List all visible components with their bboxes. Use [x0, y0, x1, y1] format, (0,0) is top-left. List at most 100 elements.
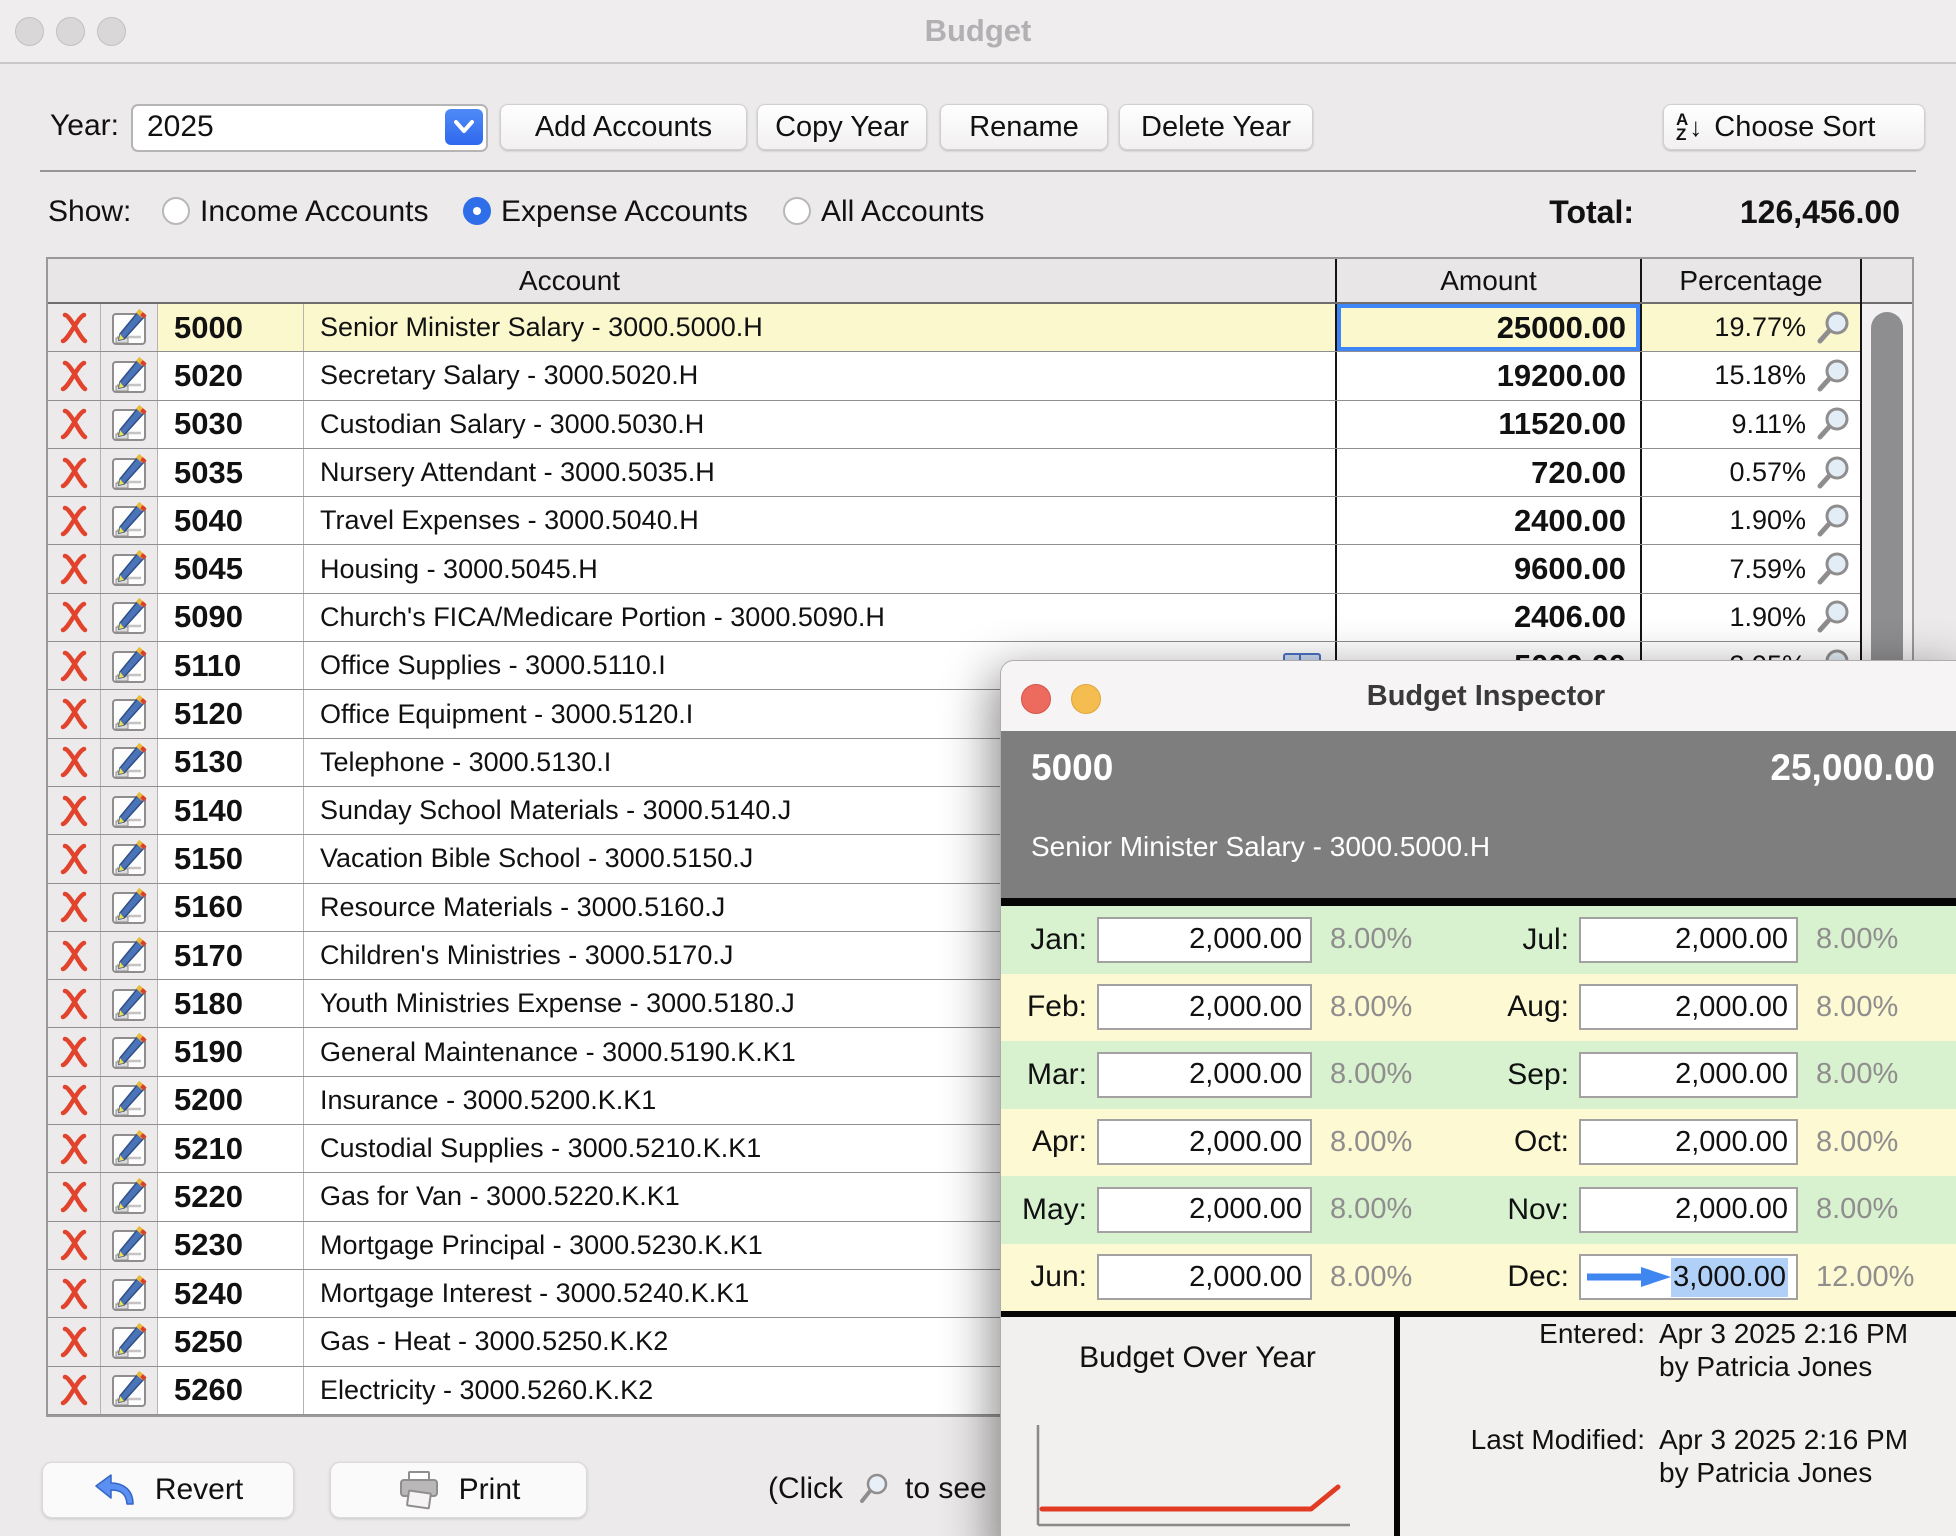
print-button[interactable]: Print [330, 1462, 587, 1518]
account-number-cell[interactable]: 5110 [158, 642, 304, 689]
delete-account-button[interactable] [48, 739, 101, 786]
account-number-cell[interactable]: 5140 [158, 787, 304, 834]
account-number-cell[interactable]: 5020 [158, 352, 304, 399]
delete-account-button[interactable] [48, 835, 101, 882]
edit-account-button[interactable] [101, 352, 158, 399]
account-number-cell[interactable]: 5190 [158, 1028, 304, 1075]
delete-account-button[interactable] [48, 787, 101, 834]
delete-account-button[interactable] [48, 1173, 101, 1220]
amount-cell[interactable]: 2406.00 [1337, 594, 1642, 641]
edit-account-button[interactable] [101, 642, 158, 689]
delete-account-button[interactable] [48, 401, 101, 448]
edit-account-button[interactable] [101, 1367, 158, 1414]
edit-account-button[interactable] [101, 739, 158, 786]
account-number-cell[interactable]: 5170 [158, 932, 304, 979]
delete-account-button[interactable] [48, 642, 101, 689]
edit-account-button[interactable] [101, 1125, 158, 1172]
delete-account-button[interactable] [48, 980, 101, 1027]
minimize-window-icon[interactable] [1071, 684, 1101, 714]
month-amount-field[interactable]: 2,000.00 [1097, 984, 1312, 1030]
edit-account-button[interactable] [101, 449, 158, 496]
delete-account-button[interactable] [48, 304, 101, 351]
month-amount-field[interactable]: 2,000.00 [1579, 1052, 1798, 1098]
rename-button[interactable]: Rename [940, 104, 1108, 150]
account-number-cell[interactable]: 5250 [158, 1318, 304, 1365]
account-number-cell[interactable]: 5230 [158, 1222, 304, 1269]
close-window-icon[interactable] [15, 17, 44, 46]
account-name-cell[interactable]: Church's FICA/Medicare Portion - 3000.50… [304, 594, 1337, 641]
edit-account-button[interactable] [101, 304, 158, 351]
delete-account-button[interactable] [48, 1077, 101, 1124]
delete-account-button[interactable] [48, 594, 101, 641]
month-amount-field[interactable]: 2,000.00 [1097, 1254, 1312, 1300]
month-amount-field[interactable]: 2,000.00 [1097, 1052, 1312, 1098]
expense-accounts-label[interactable]: Expense Accounts [501, 188, 748, 236]
edit-account-button[interactable] [101, 594, 158, 641]
edit-account-button[interactable] [101, 1222, 158, 1269]
account-number-cell[interactable]: 5090 [158, 594, 304, 641]
year-dropdown[interactable]: 2025 [131, 104, 488, 152]
magnifier-icon[interactable] [1816, 455, 1852, 491]
delete-account-button[interactable] [48, 1270, 101, 1317]
edit-account-button[interactable] [101, 545, 158, 592]
delete-account-button[interactable] [48, 1222, 101, 1269]
account-number-cell[interactable]: 5210 [158, 1125, 304, 1172]
amount-cell[interactable]: 2400.00 [1337, 497, 1642, 544]
account-number-cell[interactable]: 5035 [158, 449, 304, 496]
magnifier-icon[interactable] [1816, 551, 1852, 587]
minimize-window-icon[interactable] [56, 17, 85, 46]
radio-all-accounts[interactable] [783, 197, 811, 225]
edit-account-button[interactable] [101, 1077, 158, 1124]
amount-cell[interactable]: 720.00 [1337, 449, 1642, 496]
month-amount-field[interactable]: 2,000.00 [1579, 984, 1798, 1030]
month-amount-field[interactable]: 2,000.00 [1097, 1119, 1312, 1165]
edit-account-button[interactable] [101, 884, 158, 931]
account-number-cell[interactable]: 5260 [158, 1367, 304, 1414]
edit-account-button[interactable] [101, 1173, 158, 1220]
month-amount-field[interactable]: 3,000.00 [1579, 1254, 1798, 1300]
account-name-cell[interactable]: Secretary Salary - 3000.5020.H [304, 352, 1337, 399]
account-number-cell[interactable]: 5045 [158, 545, 304, 592]
account-number-cell[interactable]: 5040 [158, 497, 304, 544]
account-number-cell[interactable]: 5030 [158, 401, 304, 448]
edit-account-button[interactable] [101, 497, 158, 544]
delete-account-button[interactable] [48, 932, 101, 979]
account-number-cell[interactable]: 5220 [158, 1173, 304, 1220]
magnifier-icon[interactable] [1816, 358, 1852, 394]
account-number-cell[interactable]: 5180 [158, 980, 304, 1027]
amount-cell[interactable]: 9600.00 [1337, 545, 1642, 592]
magnifier-icon[interactable] [1816, 599, 1852, 635]
month-amount-field[interactable]: 2,000.00 [1097, 917, 1312, 963]
account-number-cell[interactable]: 5000 [158, 304, 304, 351]
edit-account-button[interactable] [101, 401, 158, 448]
delete-account-button[interactable] [48, 1125, 101, 1172]
account-name-cell[interactable]: Travel Expenses - 3000.5040.H [304, 497, 1337, 544]
account-number-cell[interactable]: 5240 [158, 1270, 304, 1317]
amount-cell[interactable]: 11520.00 [1337, 401, 1642, 448]
radio-income-accounts[interactable] [162, 197, 190, 225]
account-number-cell[interactable]: 5150 [158, 835, 304, 882]
delete-account-button[interactable] [48, 1028, 101, 1075]
account-name-cell[interactable]: Housing - 3000.5045.H [304, 545, 1337, 592]
account-number-cell[interactable]: 5120 [158, 690, 304, 737]
account-name-cell[interactable]: Senior Minister Salary - 3000.5000.H [304, 304, 1337, 351]
edit-account-button[interactable] [101, 835, 158, 882]
account-name-cell[interactable]: Nursery Attendant - 3000.5035.H [304, 449, 1337, 496]
month-amount-field[interactable]: 2,000.00 [1579, 1119, 1798, 1165]
edit-account-button[interactable] [101, 1028, 158, 1075]
account-number-cell[interactable]: 5200 [158, 1077, 304, 1124]
edit-account-button[interactable] [101, 1270, 158, 1317]
edit-account-button[interactable] [101, 1318, 158, 1365]
zoom-window-icon[interactable] [97, 17, 126, 46]
edit-account-button[interactable] [101, 690, 158, 737]
choose-sort-button[interactable]: AZ↓ Choose Sort [1663, 104, 1925, 150]
delete-account-button[interactable] [48, 545, 101, 592]
radio-expense-accounts[interactable] [463, 197, 491, 225]
account-number-cell[interactable]: 5130 [158, 739, 304, 786]
magnifier-icon[interactable] [1816, 503, 1852, 539]
delete-account-button[interactable] [48, 1318, 101, 1365]
month-amount-field[interactable]: 2,000.00 [1579, 1187, 1798, 1233]
revert-button[interactable]: Revert [42, 1462, 294, 1518]
edit-account-button[interactable] [101, 980, 158, 1027]
edit-account-button[interactable] [101, 787, 158, 834]
